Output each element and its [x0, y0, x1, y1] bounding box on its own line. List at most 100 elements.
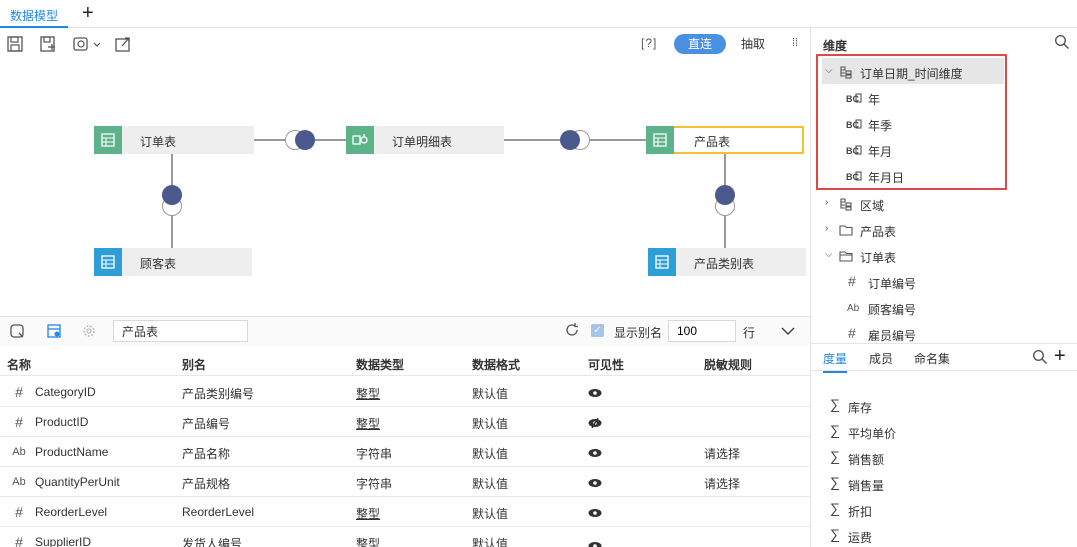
- row-count-input[interactable]: [668, 320, 736, 342]
- field-alias[interactable]: 产品类别编号: [182, 385, 254, 402]
- field-mask[interactable]: 请选择: [704, 475, 740, 492]
- tree-item-employee-no[interactable]: # 雇员编号: [822, 321, 1062, 343]
- field-alias[interactable]: 发货人编号: [182, 535, 242, 547]
- field-format[interactable]: 默认值: [472, 415, 508, 432]
- table-row[interactable]: # ReorderLevel ReorderLevel 整型 默认值: [0, 497, 810, 527]
- tab-member[interactable]: 成员: [869, 350, 893, 367]
- field-format[interactable]: 默认值: [472, 505, 508, 522]
- string-type-icon: Ab: [12, 476, 26, 488]
- node-orders[interactable]: 订单表: [94, 126, 254, 154]
- col-alias[interactable]: 别名: [182, 356, 206, 373]
- tree-item-order-no[interactable]: # 订单编号: [822, 269, 1062, 295]
- refresh-dropdown-icon[interactable]: [72, 35, 102, 53]
- node-order-details[interactable]: 订单明细表: [346, 126, 504, 154]
- field-alias[interactable]: 产品规格: [182, 475, 230, 492]
- node-products-selected[interactable]: 产品表: [646, 126, 804, 154]
- field-alias[interactable]: ReorderLevel: [182, 505, 254, 519]
- measure-item[interactable]: 折扣: [848, 503, 872, 520]
- row-unit-label: 行: [743, 326, 756, 340]
- field-data-type[interactable]: 字符串: [356, 445, 392, 462]
- tree-item-products[interactable]: › 产品表: [822, 217, 1062, 243]
- tree-item-orders[interactable]: ⌵ 订单表: [822, 243, 1062, 269]
- join-connector[interactable]: [715, 185, 735, 205]
- search-icon[interactable]: [1054, 34, 1070, 50]
- tab-bar: [0, 0, 1077, 28]
- field-name: ProductID: [35, 415, 89, 429]
- help-button[interactable]: [?]: [641, 36, 657, 50]
- join-connector[interactable]: [162, 185, 182, 205]
- chevron-right-icon[interactable]: ›: [825, 197, 828, 208]
- tree-item-customer-no[interactable]: Ab 顾客编号: [822, 295, 1062, 321]
- field-data-type[interactable]: 整型: [356, 415, 380, 432]
- chevron-right-icon[interactable]: ›: [825, 223, 828, 234]
- preview-icon[interactable]: [9, 323, 25, 339]
- search-icon[interactable]: [1032, 349, 1048, 365]
- node-categories[interactable]: 产品类别表: [648, 248, 806, 276]
- table-row[interactable]: # SupplierID 发货人编号 整型 默认值: [0, 527, 810, 547]
- col-mask-rule[interactable]: 脱敏规则: [704, 356, 752, 373]
- measure-item[interactable]: 运费: [848, 529, 872, 546]
- table-row[interactable]: # ProductID 产品编号 整型 默认值: [0, 407, 810, 437]
- string-type-icon: Ab: [12, 446, 26, 458]
- join-connector[interactable]: [560, 130, 580, 150]
- tab-named-set[interactable]: 命名集: [914, 350, 950, 367]
- save-icon[interactable]: [6, 35, 24, 53]
- field-format[interactable]: 默认值: [472, 445, 508, 462]
- table-row[interactable]: Ab ProductName 产品名称 字符串 默认值 请选择: [0, 437, 810, 467]
- field-name: CategoryID: [35, 385, 96, 399]
- col-visibility[interactable]: 可见性: [588, 356, 624, 373]
- chevron-down-icon[interactable]: [779, 322, 797, 340]
- eye-icon[interactable]: [588, 448, 602, 458]
- table-row[interactable]: # CategoryID 产品类别编号 整型 默认值: [0, 377, 810, 407]
- eye-icon[interactable]: [588, 508, 602, 518]
- table-row[interactable]: Ab QuantityPerUnit 产品规格 字符串 默认值 请选择: [0, 467, 810, 497]
- join-connector[interactable]: [295, 130, 315, 150]
- table-icon: [94, 248, 122, 276]
- tree-label: 订单表: [860, 251, 897, 265]
- col-data-type[interactable]: 数据类型: [356, 356, 404, 373]
- eye-icon[interactable]: [588, 541, 602, 547]
- save-as-icon[interactable]: [39, 35, 57, 53]
- measure-item[interactable]: 库存: [848, 399, 872, 416]
- panel-toggle-icon[interactable]: ⁞⁞: [792, 37, 798, 49]
- field-mask[interactable]: 请选择: [704, 445, 740, 462]
- field-format[interactable]: 默认值: [472, 535, 508, 547]
- eye-icon[interactable]: [588, 478, 602, 488]
- gear-icon[interactable]: [81, 323, 97, 339]
- add-tab-button[interactable]: +: [82, 3, 94, 23]
- measure-item[interactable]: 销售额: [848, 451, 884, 468]
- export-icon[interactable]: [114, 35, 132, 53]
- field-data-type[interactable]: 字符串: [356, 475, 392, 492]
- measure-item[interactable]: 销售量: [848, 477, 884, 494]
- field-format[interactable]: 默认值: [472, 385, 508, 402]
- sum-icon: ∑: [830, 396, 840, 412]
- eye-half-icon[interactable]: [588, 418, 602, 428]
- field-data-type[interactable]: 整型: [356, 385, 380, 402]
- eye-icon[interactable]: [588, 388, 602, 398]
- tab-measure[interactable]: 度量: [823, 350, 848, 373]
- show-alias-label: 显示别名: [614, 326, 663, 340]
- table-search-input[interactable]: [113, 320, 248, 342]
- field-settings-icon[interactable]: [46, 323, 62, 339]
- field-alias[interactable]: 产品编号: [182, 415, 230, 432]
- sum-icon: ∑: [830, 474, 840, 490]
- field-data-type[interactable]: 整型: [356, 505, 380, 522]
- col-name[interactable]: 名称: [7, 356, 31, 373]
- direct-connect-toggle[interactable]: 直连: [674, 34, 726, 54]
- measure-item[interactable]: 平均单价: [848, 425, 896, 442]
- tab-data-model[interactable]: 数据模型: [0, 0, 69, 28]
- sum-icon: ∑: [830, 422, 840, 438]
- chevron-down-icon[interactable]: ⌵: [825, 249, 833, 260]
- field-format[interactable]: 默认值: [472, 475, 508, 492]
- node-customers[interactable]: 顾客表: [94, 248, 252, 276]
- node-label: 产品表: [694, 135, 731, 149]
- tree-item-region[interactable]: › 区域: [822, 191, 1062, 217]
- refresh-icon[interactable]: [564, 322, 580, 338]
- show-alias-checkbox[interactable]: ✓: [591, 324, 604, 337]
- col-data-format[interactable]: 数据格式: [472, 356, 520, 373]
- field-alias[interactable]: 产品名称: [182, 445, 230, 462]
- extract-toggle[interactable]: 抽取: [728, 34, 778, 54]
- number-type-icon: #: [848, 325, 856, 341]
- field-data-type[interactable]: 整型: [356, 535, 380, 547]
- add-measure-button[interactable]: +: [1054, 345, 1066, 368]
